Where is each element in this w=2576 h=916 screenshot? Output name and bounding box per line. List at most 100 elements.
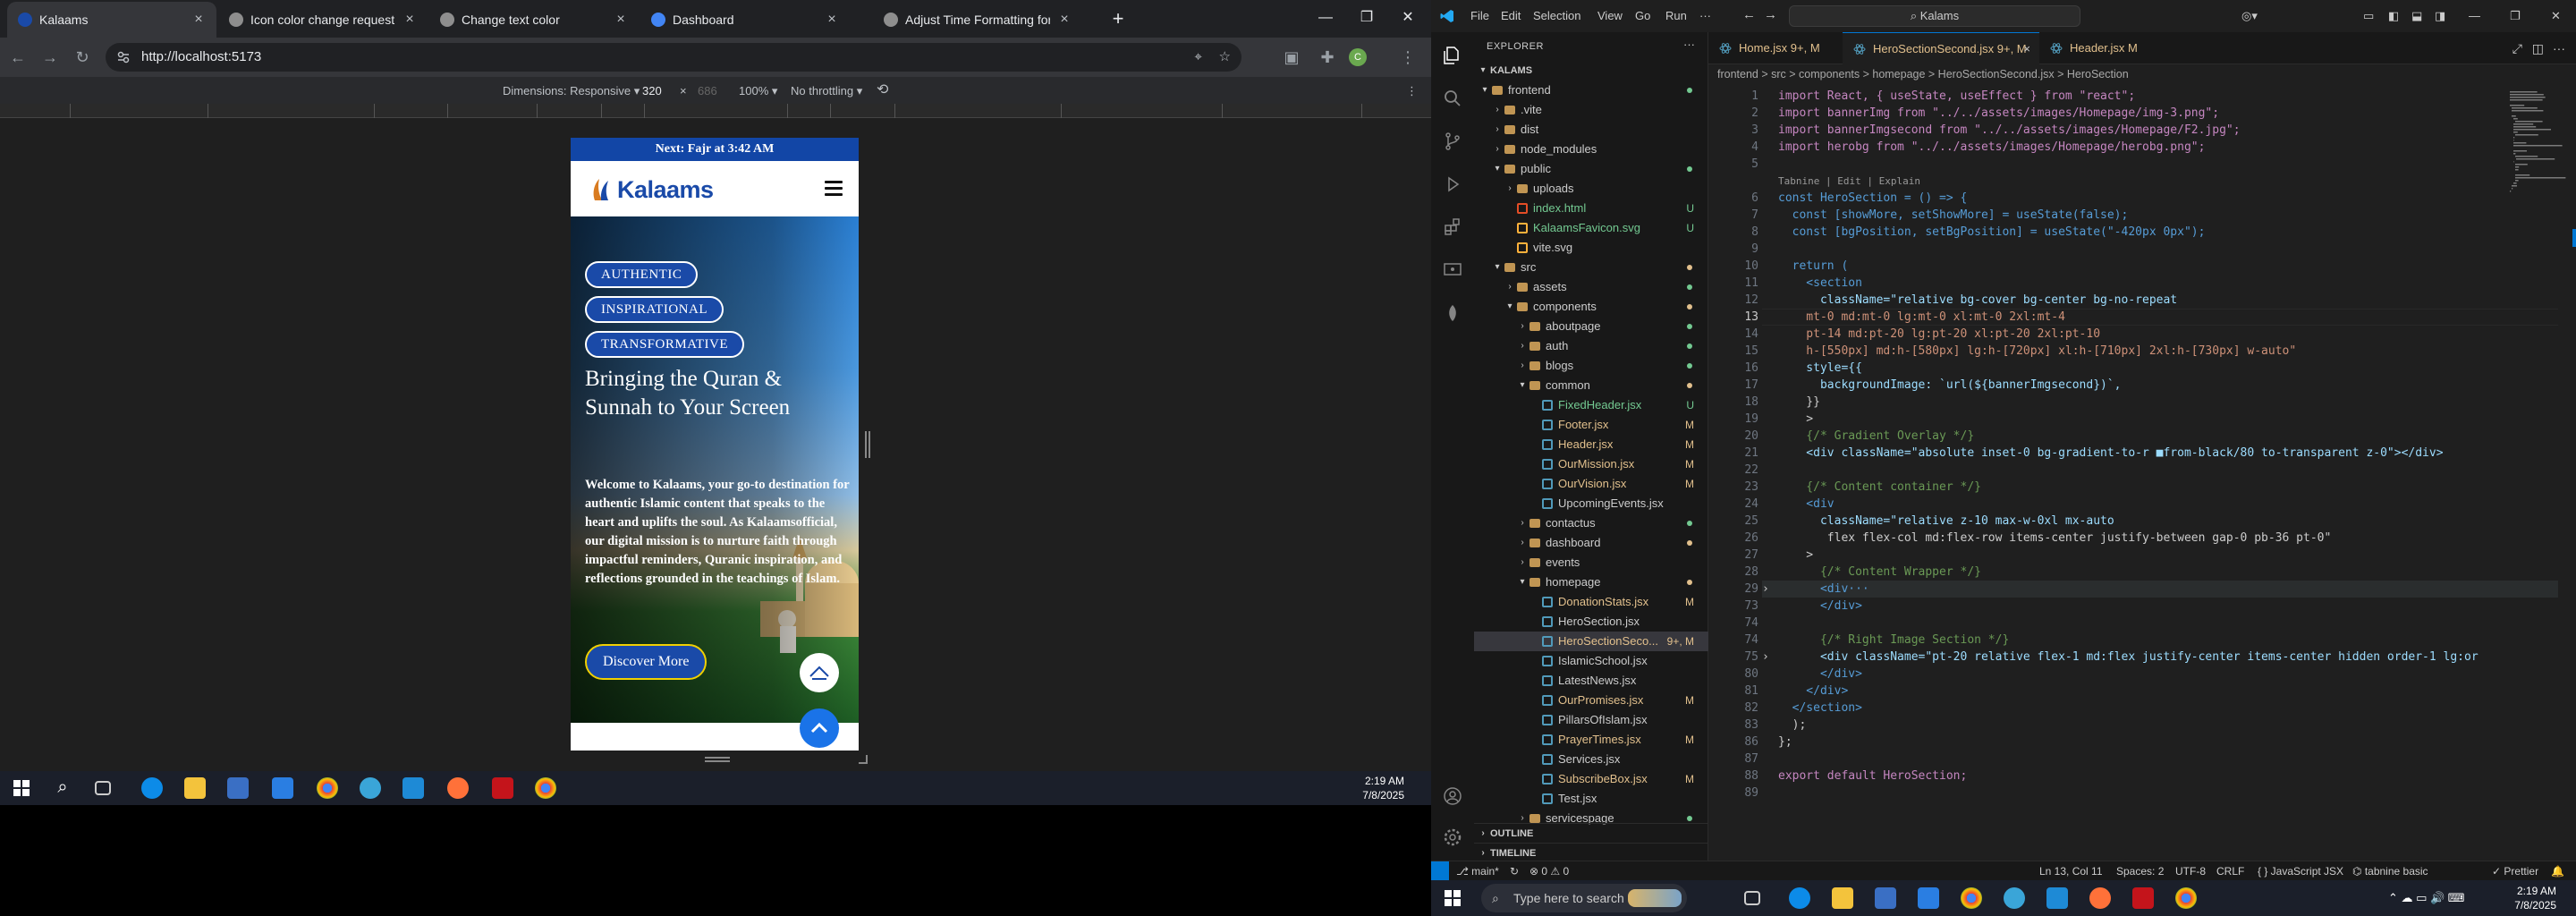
system-clock[interactable]: 2:19 AM 7/8/2025 [1362, 774, 1404, 802]
minimize-icon[interactable]: — [2469, 9, 2480, 22]
close-tab-icon[interactable]: × [614, 13, 628, 27]
tree-file-subscribebox-jsx[interactable]: SubscribeBox.jsx M [1474, 769, 1708, 789]
menu-run[interactable]: Run [1665, 9, 1687, 22]
nav-forward-icon[interactable]: → [1764, 7, 1777, 22]
command-center-search[interactable]: ⌕ Kalams [1789, 5, 2080, 27]
forward-icon[interactable]: → [39, 47, 61, 68]
split-editor-icon[interactable]: ◫ [2532, 41, 2544, 56]
zoom-app-icon[interactable] [492, 777, 513, 799]
menu-view[interactable]: View [1597, 9, 1623, 22]
menu-selection[interactable]: Selection [1533, 9, 1580, 22]
extension-icon[interactable]: ▣ [1281, 47, 1302, 68]
task-view-icon[interactable] [95, 781, 111, 795]
scroll-top-icon[interactable] [800, 708, 839, 748]
new-tab-button[interactable]: + [1106, 7, 1131, 32]
tree-folder-dist[interactable]: › dist [1474, 120, 1708, 140]
zoom-select[interactable]: 100% ▾ [739, 84, 777, 98]
chrome-icon[interactable] [317, 777, 338, 799]
chrome-icon-2[interactable] [535, 777, 556, 799]
tree-folder-node-modules[interactable]: › node_modules [1474, 140, 1708, 159]
tab-adjust-time[interactable]: Adjust Time Formatting for AM × [873, 2, 1082, 38]
menu-more[interactable]: ··· [1699, 9, 1711, 22]
open-changes-icon[interactable]: ⤢ [2512, 41, 2522, 56]
close-tab-icon[interactable]: × [191, 13, 206, 27]
encoding[interactable]: UTF-8 [2175, 865, 2206, 878]
prettier-status[interactable]: ✓ Prettier [2492, 865, 2538, 878]
layout-icon[interactable]: ▭ [2363, 9, 2374, 23]
sync-icon[interactable]: ↻ [1510, 865, 1519, 878]
tree-folder-public[interactable]: ▾ public [1474, 159, 1708, 179]
editor-more-icon[interactable]: ··· [2553, 41, 2565, 55]
tabnine-icon[interactable] [1442, 302, 1463, 324]
problems-indicator[interactable]: ⊗ 0 ⚠ 0 [1530, 865, 1569, 878]
tree-folder-common[interactable]: ▾ common [1474, 376, 1708, 395]
chrome-icon[interactable] [1961, 887, 1982, 909]
tree-file-herosection-jsx[interactable]: HeroSection.jsx [1474, 612, 1708, 632]
breadcrumb[interactable]: frontend > src > components > homepage >… [1708, 64, 2576, 84]
minimap[interactable] [2506, 88, 2569, 195]
tab-header-jsx[interactable]: Header.jsx M [2039, 32, 2165, 64]
run-debug-icon[interactable] [1442, 174, 1463, 195]
tree-folder-contactus[interactable]: › contactus [1474, 513, 1708, 533]
tree-file-ourvision-jsx[interactable]: OurVision.jsx M [1474, 474, 1708, 494]
tree-file-kalaamsfavicon-svg[interactable]: KalaamsFavicon.svg U [1474, 218, 1708, 238]
reload-icon[interactable]: ↻ [72, 47, 93, 68]
system-clock[interactable]: 2:19 AM 7/8/2025 [2514, 884, 2556, 912]
resize-corner-icon[interactable] [859, 755, 868, 764]
zoom-app-icon[interactable] [2132, 887, 2154, 909]
tree-file-test-jsx[interactable]: Test.jsx [1474, 789, 1708, 809]
menu-file[interactable]: File [1470, 9, 1489, 22]
scrollbar-marker[interactable] [2572, 229, 2576, 247]
timeline-section[interactable]: › TIMELINE [1474, 843, 1708, 862]
file-explorer-icon[interactable] [1832, 887, 1853, 909]
resize-handle-bottom[interactable] [705, 756, 730, 763]
resize-handle-right[interactable] [864, 431, 871, 458]
tree-file-ourmission-jsx[interactable]: OurMission.jsx M [1474, 454, 1708, 474]
tree-file-donationstats-jsx[interactable]: DonationStats.jsx M [1474, 592, 1708, 612]
search-icon[interactable] [1442, 88, 1463, 109]
tree-file-latestnews-jsx[interactable]: LatestNews.jsx [1474, 671, 1708, 691]
branch-indicator[interactable]: ⎇ main* [1456, 865, 1499, 878]
mail-icon[interactable] [272, 777, 293, 799]
vscode-icon[interactable] [2046, 887, 2068, 909]
tree-file-services-jsx[interactable]: Services.jsx [1474, 750, 1708, 769]
store-icon[interactable] [227, 777, 249, 799]
height-input[interactable]: 686 [698, 84, 717, 98]
chrome-icon-2[interactable] [2175, 887, 2197, 909]
tree-file-header-jsx[interactable]: Header.jsx M [1474, 435, 1708, 454]
dimensions-select[interactable]: Dimensions: Responsive ▾ [503, 84, 640, 98]
tree-folder-events[interactable]: › events [1474, 553, 1708, 572]
system-tray-icons[interactable]: ⌃ ☁ ▭ 🔊 ⌨ [2388, 891, 2465, 905]
extensions-icon[interactable] [1442, 216, 1463, 238]
site-info-icon[interactable] [116, 50, 131, 64]
tab-home-jsx[interactable]: Home.jsx 9+, M [1708, 32, 1843, 64]
windows-start-icon[interactable] [11, 777, 32, 799]
minimize-icon[interactable]: — [1308, 7, 1343, 29]
maximize-icon[interactable]: ❐ [2510, 9, 2521, 23]
outline-section[interactable]: › OUTLINE [1474, 823, 1708, 843]
tree-folder-uploads[interactable]: › uploads [1474, 179, 1708, 199]
throttle-select[interactable]: No throttling ▾ [791, 84, 862, 98]
width-input[interactable]: 320 [642, 84, 662, 98]
rotate-icon[interactable]: ⟲ [877, 81, 888, 98]
tab-dashboard[interactable]: Dashboard × [640, 2, 850, 38]
menu-edit[interactable]: Edit [1501, 9, 1521, 22]
source-control-icon[interactable] [1442, 131, 1463, 152]
tree-file-index-html[interactable]: index.html U [1474, 199, 1708, 218]
tree-file-upcomingevents-jsx[interactable]: UpcomingEvents.jsx [1474, 494, 1708, 513]
copilot-icon[interactable]: ◎▾ [2241, 9, 2258, 23]
fold-chevron-icon[interactable]: › [1762, 581, 1769, 598]
codelens-actions[interactable]: Tabnine | Edit | Explain [1778, 173, 1920, 190]
tree-file-pillarsofislam-jsx[interactable]: PillarsOfIslam.jsx [1474, 710, 1708, 730]
cursor-position[interactable]: Ln 13, Col 11 [2039, 865, 2103, 878]
notifications-icon[interactable]: 🔔 [2551, 865, 2564, 878]
firefox-icon[interactable] [2089, 887, 2111, 909]
close-window-icon[interactable]: ✕ [2551, 9, 2561, 23]
menu-dots-icon[interactable]: ⋮ [1397, 47, 1419, 68]
nav-back-icon[interactable]: ← [1742, 7, 1756, 22]
tree-folder-dashboard[interactable]: › dashboard [1474, 533, 1708, 553]
toggle-sidebar-icon[interactable]: ◧ [2388, 9, 2399, 23]
edge-icon[interactable] [141, 777, 163, 799]
tree-file-footer-jsx[interactable]: Footer.jsx M [1474, 415, 1708, 435]
close-tab-icon[interactable]: × [2023, 33, 2030, 65]
